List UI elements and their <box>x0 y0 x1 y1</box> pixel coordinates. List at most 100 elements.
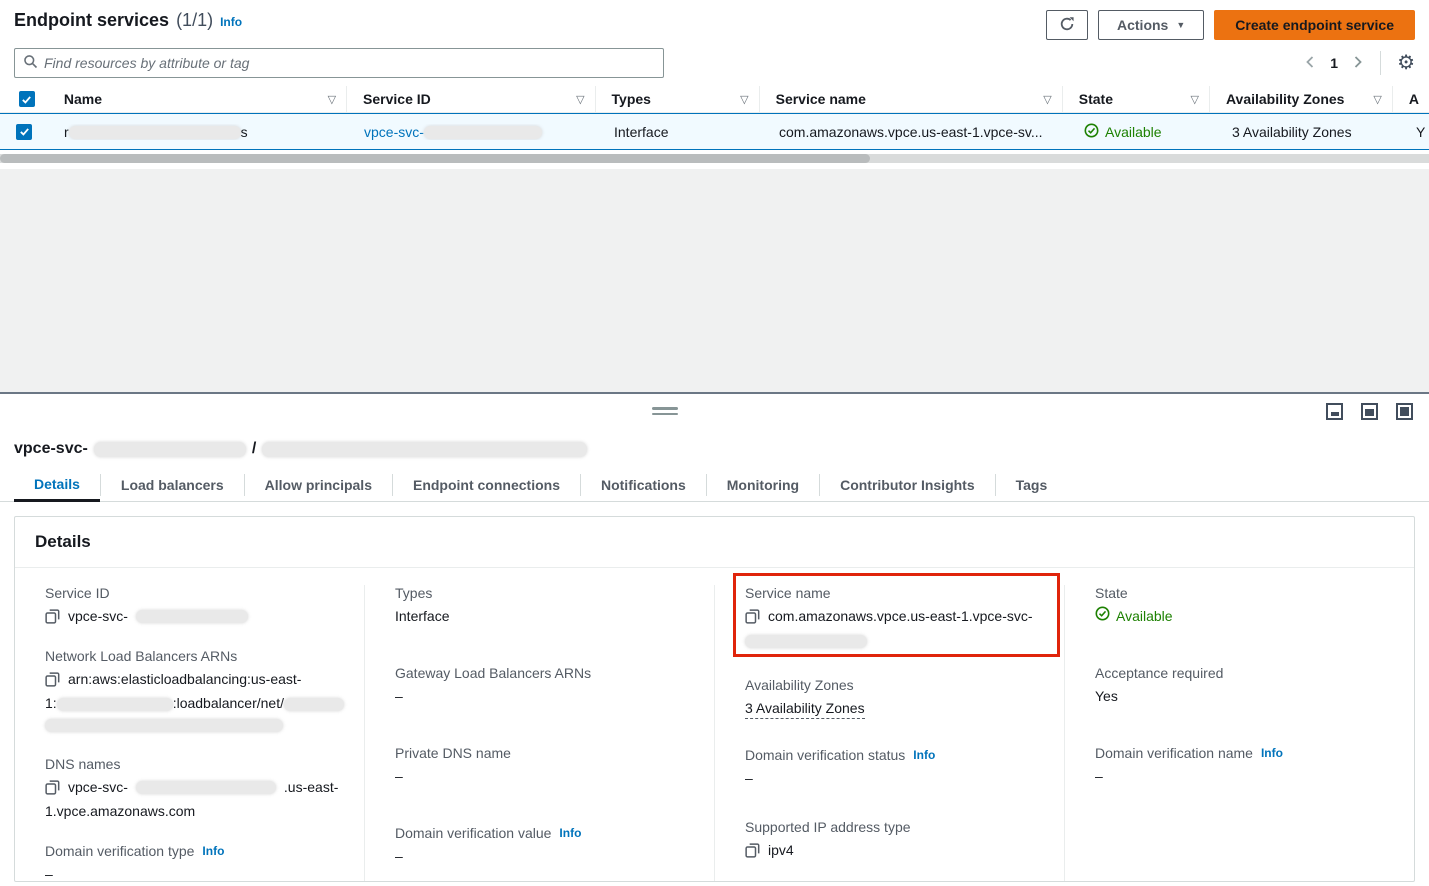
prev-page-button[interactable] <box>1304 55 1316 72</box>
column-header-acceptance[interactable]: A <box>1392 86 1429 112</box>
availability-zones-popover-trigger[interactable]: 3 Availability Zones <box>745 700 865 719</box>
panel-title: vpce-svc- / <box>0 432 1429 468</box>
redacted-value <box>45 719 283 732</box>
info-link[interactable]: Info <box>1261 746 1283 760</box>
search-box[interactable] <box>14 48 664 78</box>
column-header-availability-zones[interactable]: Availability Zones ▽ <box>1209 86 1392 112</box>
next-page-button[interactable] <box>1352 55 1364 72</box>
copy-icon[interactable] <box>45 672 60 687</box>
tab-contributor-insights[interactable]: Contributor Insights <box>820 468 995 501</box>
filter-icon[interactable]: ▽ <box>1373 93 1381 106</box>
details-card: Details Service ID vpce-svc- Network Loa… <box>14 516 1415 882</box>
tab-load-balancers[interactable]: Load balancers <box>101 468 244 501</box>
row-select-cell <box>0 124 48 140</box>
row-availability-zones-cell: 3 Availability Zones <box>1216 124 1400 140</box>
row-name-cell: rs <box>48 124 348 140</box>
horizontal-scrollbar[interactable] <box>0 154 1429 163</box>
panel-size-large-icon[interactable] <box>1396 403 1413 420</box>
status-badge: Available <box>1084 123 1162 141</box>
check-circle-icon <box>1095 606 1110 627</box>
field-availability-zones: Availability Zones 3 Availability Zones <box>745 677 1046 719</box>
details-card-header: Details <box>15 517 1414 568</box>
row-service-id-cell: vpce-svc- <box>348 124 598 140</box>
filter-icon[interactable]: ▽ <box>328 93 336 106</box>
service-id-link[interactable]: vpce-svc- <box>364 124 542 140</box>
table-section: Endpoint services (1/1) Info Actions ▼ <box>0 0 1429 392</box>
availability-zones-popover-trigger[interactable]: 3 Availability Zones <box>1232 124 1352 140</box>
search-icon <box>23 54 38 72</box>
redacted-value <box>745 635 867 648</box>
field-glb-arns: Gateway Load Balancers ARNs – <box>395 665 696 707</box>
panel-size-small-icon[interactable] <box>1326 403 1343 420</box>
table-row[interactable]: rs vpce-svc- Interface com.amazonaws.vpc… <box>0 113 1429 150</box>
detail-panel: vpce-svc- / Details Load balancers Allow… <box>0 432 1429 886</box>
preferences-button[interactable]: ⚙ <box>1397 53 1415 73</box>
actions-button[interactable]: Actions ▼ <box>1098 10 1204 40</box>
copy-icon[interactable] <box>45 780 60 795</box>
row-service-name-cell: com.amazonaws.vpce.us-east-1.vpce-sv... <box>763 124 1068 140</box>
field-types: Types Interface <box>395 585 696 627</box>
tab-tags[interactable]: Tags <box>996 468 1068 501</box>
gear-icon: ⚙ <box>1397 52 1415 74</box>
row-acceptance-cell: Y <box>1400 124 1429 140</box>
panel-size-medium-icon[interactable] <box>1361 403 1378 420</box>
column-header-name[interactable]: Name ▽ <box>48 86 346 112</box>
status-badge: Available <box>1095 606 1173 627</box>
tab-bar: Details Load balancers Allow principals … <box>0 468 1429 502</box>
pagination: 1 ⚙ <box>1304 51 1415 75</box>
endpoint-services-page: Endpoint services (1/1) Info Actions ▼ <box>0 0 1429 886</box>
select-all-checkbox[interactable] <box>19 91 35 107</box>
field-domain-verification-value: Domain verification valueInfo – <box>395 825 696 867</box>
copy-icon[interactable] <box>745 609 760 624</box>
table-card: Endpoint services (1/1) Info Actions ▼ <box>0 0 1429 169</box>
row-types-cell: Interface <box>598 124 763 140</box>
field-domain-verification-status: Domain verification statusInfo – <box>745 747 1046 789</box>
redacted-value <box>284 698 344 711</box>
header-info-link[interactable]: Info <box>220 15 242 29</box>
filter-icon[interactable]: ▽ <box>1190 93 1198 106</box>
tab-monitoring[interactable]: Monitoring <box>707 468 819 501</box>
column-header-service-name[interactable]: Service name ▽ <box>759 86 1062 112</box>
info-link[interactable]: Info <box>202 844 224 858</box>
resource-count: (1/1) <box>176 10 213 31</box>
tab-notifications[interactable]: Notifications <box>581 468 706 501</box>
field-domain-verification-name: Domain verification nameInfo – <box>1095 745 1396 787</box>
details-card-body: Service ID vpce-svc- Network Load Balanc… <box>15 568 1414 882</box>
tab-details[interactable]: Details <box>14 468 100 502</box>
scrollbar-thumb[interactable] <box>0 154 870 163</box>
tab-allow-principals[interactable]: Allow principals <box>245 468 392 501</box>
panel-size-controls <box>1326 403 1413 420</box>
chevron-down-icon: ▼ <box>1176 20 1185 30</box>
filter-icon[interactable]: ▽ <box>1043 93 1051 106</box>
actions-button-label: Actions <box>1117 17 1168 33</box>
filter-icon[interactable]: ▽ <box>740 93 748 106</box>
header-actions: Actions ▼ Create endpoint service <box>1046 10 1415 40</box>
copy-icon[interactable] <box>45 609 60 624</box>
redacted-title-name <box>262 442 587 457</box>
filter-icon[interactable]: ▽ <box>576 93 584 106</box>
tab-endpoint-connections[interactable]: Endpoint connections <box>393 468 580 501</box>
drag-handle[interactable] <box>652 407 678 418</box>
current-page-number: 1 <box>1330 55 1338 71</box>
info-link[interactable]: Info <box>559 826 581 840</box>
highlighted-field-wrap: Service name com.amazonaws.vpce.us-east-… <box>745 585 1046 651</box>
column-header-types[interactable]: Types ▽ <box>595 86 759 112</box>
copy-icon[interactable] <box>745 843 760 858</box>
check-circle-icon <box>1084 123 1099 141</box>
pager-separator <box>1380 51 1381 75</box>
table-toolbar: 1 ⚙ <box>0 46 1429 86</box>
column-header-state[interactable]: State ▽ <box>1062 86 1209 112</box>
redacted-service-id <box>424 126 542 139</box>
search-input[interactable] <box>44 55 655 71</box>
field-nlb-arns: Network Load Balancers ARNs arn:aws:elas… <box>45 648 346 735</box>
refresh-button[interactable] <box>1046 10 1088 40</box>
row-state-cell: Available <box>1068 123 1216 141</box>
redacted-name <box>69 126 241 139</box>
column-header-service-id[interactable]: Service ID ▽ <box>346 86 595 112</box>
info-link[interactable]: Info <box>913 748 935 762</box>
redacted-value <box>57 698 173 711</box>
row-checkbox[interactable] <box>16 124 32 140</box>
field-acceptance-required: Acceptance required Yes <box>1095 665 1396 707</box>
endpoint-services-table: Name ▽ Service ID ▽ Types ▽ Service name… <box>0 86 1429 163</box>
create-endpoint-service-button[interactable]: Create endpoint service <box>1214 10 1415 40</box>
